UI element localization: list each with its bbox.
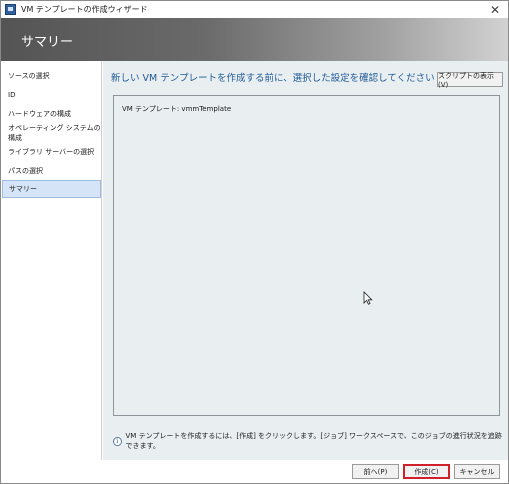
info-message: VM テンプレートを作成するには、[作成] をクリックします。[ジョブ] ワーク… bbox=[125, 432, 502, 450]
page-title: サマリー bbox=[21, 35, 74, 50]
info-row: i VM テンプレートを作成するには、[作成] をクリックします。[ジョブ] ワ… bbox=[113, 431, 508, 451]
title-bar: VM テンプレートの作成ウィザード ✕ bbox=[1, 1, 508, 18]
create-button[interactable]: 作成(C) bbox=[403, 464, 450, 479]
sidebar-item-summary[interactable]: サマリー bbox=[2, 180, 101, 198]
sidebar-item-select-source[interactable]: ソースの選択 bbox=[2, 67, 101, 85]
sidebar-item-configure-os[interactable]: オペレーティング システムの構成 bbox=[2, 124, 101, 142]
cancel-button[interactable]: キャンセル bbox=[454, 464, 500, 479]
vmm-app-icon bbox=[5, 4, 16, 15]
info-icon: i bbox=[113, 436, 122, 446]
mouse-cursor-icon bbox=[363, 291, 373, 305]
sidebar-item-select-library-server[interactable]: ライブラリ サーバーの選択 bbox=[2, 143, 101, 161]
sidebar-item-configure-hardware[interactable]: ハードウェアの構成 bbox=[2, 105, 101, 123]
window-title: VM テンプレートの作成ウィザード bbox=[21, 5, 148, 14]
button-bar: 前へ(P) 作成(C) キャンセル bbox=[1, 460, 508, 483]
summary-template-name: VM テンプレート: vmmTemplate bbox=[122, 105, 232, 113]
sidebar-item-select-path[interactable]: パスの選択 bbox=[2, 162, 101, 180]
view-script-button[interactable]: スクリプトの表示(V) bbox=[437, 72, 503, 89]
back-button[interactable]: 前へ(P) bbox=[352, 464, 399, 479]
summary-heading: 新しい VM テンプレートを作成する前に、選択した設定を確認してください bbox=[111, 73, 435, 84]
summary-panel: VM テンプレート: vmmTemplate bbox=[113, 95, 500, 416]
wizard-window: VM テンプレートの作成ウィザード ✕ サマリー ソースの選択 ID ハードウェ… bbox=[0, 0, 509, 484]
main-content: 新しい VM テンプレートを作成する前に、選択した設定を確認してください スクリ… bbox=[103, 61, 508, 460]
close-button[interactable]: ✕ bbox=[486, 1, 504, 18]
wizard-steps-sidebar: ソースの選択 ID ハードウェアの構成 オペレーティング システムの構成 ライブ… bbox=[1, 61, 102, 460]
sidebar-item-identity[interactable]: ID bbox=[2, 86, 101, 104]
header-banner: サマリー bbox=[1, 18, 508, 61]
